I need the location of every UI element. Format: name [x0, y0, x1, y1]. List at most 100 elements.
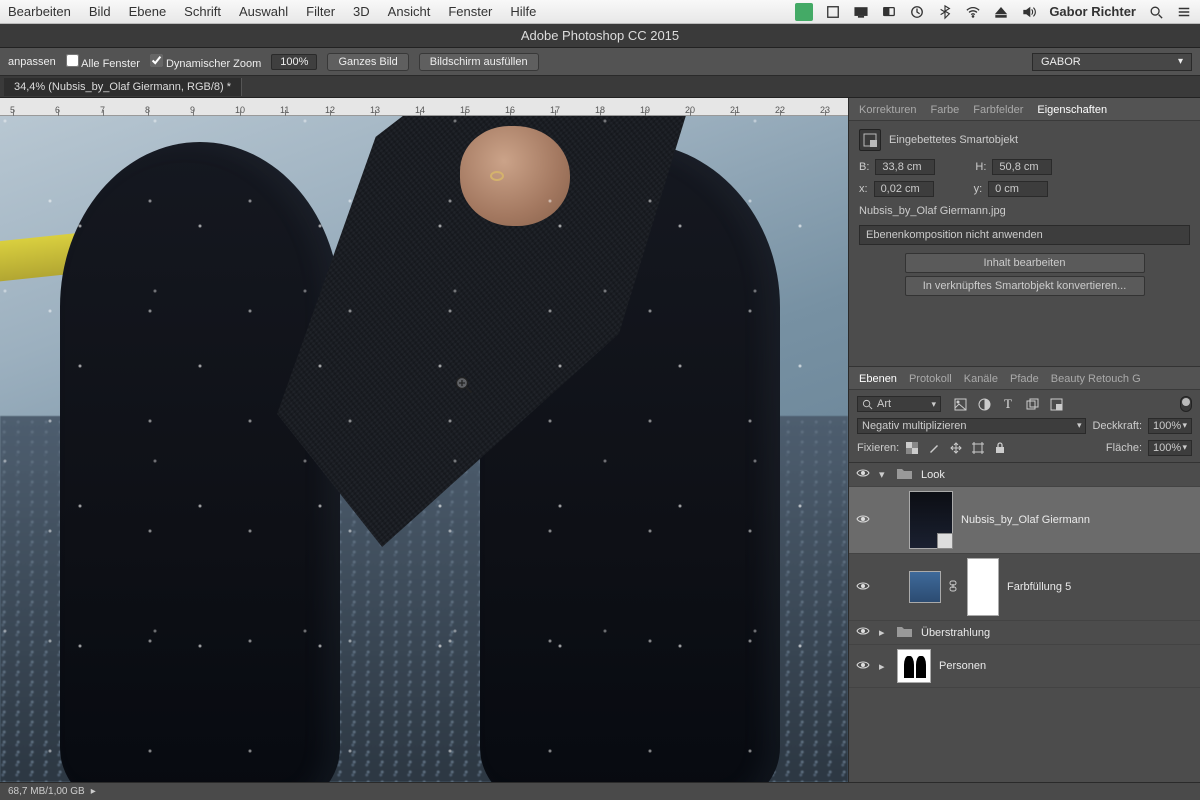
ruler-tick: 23 — [820, 105, 830, 115]
layer-thumbnail[interactable] — [909, 571, 941, 603]
layer-name[interactable]: Nubsis_by_Olaf Giermann — [961, 514, 1090, 526]
layer-comp-dropdown[interactable]: Ebenenkomposition nicht anwenden — [859, 225, 1190, 245]
visibility-toggle[interactable] — [855, 514, 871, 527]
visibility-toggle[interactable] — [855, 660, 871, 673]
ruler-tick: 6 — [55, 105, 60, 115]
height-field[interactable]: 50,8 cm — [992, 159, 1052, 175]
layer-group-look[interactable]: ▾ Look — [849, 463, 1200, 487]
layer-kind-filter[interactable]: Art — [857, 396, 941, 412]
folder-icon — [897, 625, 913, 640]
filter-smart-icon[interactable] — [1049, 397, 1063, 411]
ruler-horizontal[interactable]: 5 6 7 8 9 10 11 12 13 14 15 16 17 18 19 … — [0, 98, 848, 116]
layer-smart-object[interactable]: Nubsis_by_Olaf Giermann — [849, 487, 1200, 554]
tab-swatches[interactable]: Farbfelder — [973, 104, 1023, 116]
ruler-tick: 19 — [640, 105, 650, 115]
tab-channels[interactable]: Kanäle — [964, 373, 998, 385]
layer-persons[interactable]: ▸ Personen — [849, 645, 1200, 688]
filter-pixel-icon[interactable] — [953, 397, 967, 411]
ruler-tick: 12 — [325, 105, 335, 115]
filter-type-icon[interactable]: T — [1001, 397, 1015, 411]
zoom-value-field[interactable]: 100% — [271, 54, 317, 70]
opacity-field[interactable]: 100% — [1148, 418, 1192, 434]
visibility-toggle[interactable] — [855, 626, 871, 639]
disclosure-triangle[interactable]: ▸ — [879, 626, 889, 639]
document-canvas[interactable] — [0, 116, 848, 782]
visibility-toggle[interactable] — [855, 468, 871, 481]
visibility-toggle[interactable] — [855, 581, 871, 594]
fill-opacity-field[interactable]: 100% — [1148, 440, 1192, 456]
ruler-tick: 16 — [505, 105, 515, 115]
menubar-box-icon[interactable] — [825, 4, 841, 20]
workspace-selector[interactable]: GABOR — [1032, 53, 1192, 71]
menu-filter[interactable]: Filter — [306, 4, 335, 19]
disclosure-triangle[interactable]: ▸ — [879, 660, 889, 673]
document-tab[interactable]: 34,4% (Nubsis_by_Olaf Giermann, RGB/8) * — [4, 78, 242, 96]
lock-transparency-icon[interactable] — [905, 441, 919, 455]
tab-properties[interactable]: Eigenschaften — [1037, 104, 1107, 116]
layer-thumbnail[interactable] — [909, 491, 953, 549]
status-disclosure-icon[interactable]: ▸ — [91, 786, 96, 797]
ruler-tick: 15 — [460, 105, 470, 115]
x-field[interactable]: 0,02 cm — [874, 181, 934, 197]
filter-adjustment-icon[interactable] — [977, 397, 991, 411]
layer-name[interactable]: Überstrahlung — [921, 627, 990, 639]
menubar-screen-icon[interactable] — [881, 4, 897, 20]
menu-help[interactable]: Hilfe — [510, 4, 536, 19]
menu-edit[interactable]: Bearbeiten — [8, 4, 71, 19]
canvas-figure-left — [60, 142, 340, 782]
layer-group-glow[interactable]: ▸ Überstrahlung — [849, 621, 1200, 645]
app-title-bar: Adobe Photoshop CC 2015 — [0, 24, 1200, 48]
fit-screen-button[interactable]: Ganzes Bild — [327, 53, 408, 71]
wifi-icon[interactable] — [965, 4, 981, 20]
fill-screen-button[interactable]: Bildschirm ausfüllen — [419, 53, 539, 71]
blend-mode-select[interactable]: Negativ multiplizieren — [857, 418, 1086, 434]
tab-beauty-retouch[interactable]: Beauty Retouch G — [1051, 373, 1141, 385]
filter-toggle[interactable] — [1180, 396, 1192, 412]
edit-contents-button[interactable]: Inhalt bearbeiten — [905, 253, 1145, 273]
all-windows-checkbox[interactable]: Alle Fenster — [66, 54, 140, 70]
spotlight-icon[interactable] — [1148, 4, 1164, 20]
document-size[interactable]: 68,7 MB/1,00 GB — [8, 786, 85, 797]
layer-name[interactable]: Personen — [939, 660, 986, 672]
menubar-display-icon[interactable] — [853, 4, 869, 20]
layer-mask-thumbnail[interactable] — [897, 649, 931, 683]
disclosure-triangle[interactable]: ▾ — [879, 468, 889, 481]
volume-icon[interactable] — [1021, 4, 1037, 20]
menubar-app-icon[interactable] — [795, 3, 813, 21]
menu-window[interactable]: Fenster — [448, 4, 492, 19]
convert-linked-button[interactable]: In verknüpftes Smartobjekt konvertieren.… — [905, 276, 1145, 296]
link-mask-icon[interactable] — [949, 580, 959, 595]
time-machine-icon[interactable] — [909, 4, 925, 20]
lock-position-icon[interactable] — [949, 441, 963, 455]
tab-history[interactable]: Protokoll — [909, 373, 952, 385]
scrubby-zoom-label: Dynamischer Zoom — [166, 58, 261, 70]
lock-label: Fixieren: — [857, 442, 899, 454]
menu-view[interactable]: Ansicht — [388, 4, 431, 19]
tab-color[interactable]: Farbe — [930, 104, 959, 116]
menu-type[interactable]: Schrift — [184, 4, 221, 19]
lock-all-icon[interactable] — [993, 441, 1007, 455]
menu-3d[interactable]: 3D — [353, 4, 370, 19]
notification-center-icon[interactable] — [1176, 4, 1192, 20]
y-field[interactable]: 0 cm — [988, 181, 1048, 197]
tab-paths[interactable]: Pfade — [1010, 373, 1039, 385]
eject-icon[interactable] — [993, 4, 1009, 20]
width-field[interactable]: 33,8 cm — [875, 159, 935, 175]
lock-pixels-icon[interactable] — [927, 441, 941, 455]
tab-adjustments[interactable]: Korrekturen — [859, 104, 916, 116]
ruler-tick: 21 — [730, 105, 740, 115]
tab-layers[interactable]: Ebenen — [859, 373, 897, 385]
layer-fill[interactable]: Farbfüllung 5 — [849, 554, 1200, 621]
menu-layer[interactable]: Ebene — [129, 4, 167, 19]
layer-mask-thumbnail[interactable] — [967, 558, 999, 616]
bluetooth-icon[interactable] — [937, 4, 953, 20]
menubar-username[interactable]: Gabor Richter — [1049, 4, 1136, 19]
layer-name[interactable]: Look — [921, 469, 945, 481]
menu-select[interactable]: Auswahl — [239, 4, 288, 19]
menu-image[interactable]: Bild — [89, 4, 111, 19]
lock-artboard-icon[interactable] — [971, 441, 985, 455]
ruler-tick: 10 — [235, 105, 245, 115]
layer-name[interactable]: Farbfüllung 5 — [1007, 581, 1071, 593]
scrubby-zoom-checkbox[interactable]: Dynamischer Zoom — [150, 54, 261, 70]
filter-shape-icon[interactable] — [1025, 397, 1039, 411]
